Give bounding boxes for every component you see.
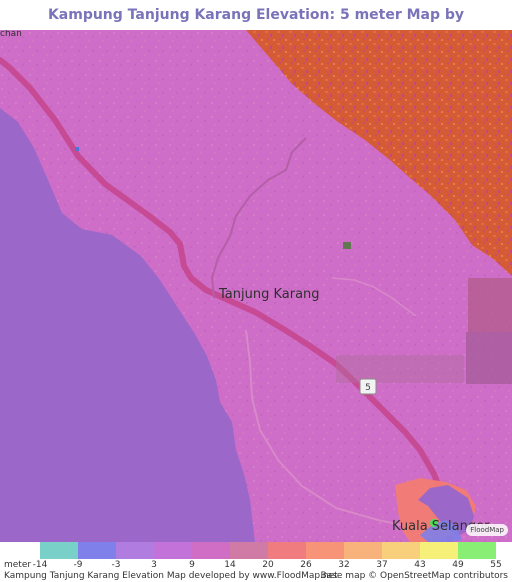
elevation-map[interactable]: 5 chan Tanjung Karang Kuala Selangor Flo…	[0, 30, 512, 542]
floodmap-brand-badge: FloodMap	[466, 524, 508, 536]
legend-swatches	[40, 542, 496, 559]
legend-swatch-11	[420, 542, 458, 559]
plantation-strip	[336, 355, 464, 383]
legend-swatch-5	[192, 542, 230, 559]
map-canvas: 5	[0, 30, 512, 542]
legend-swatch-9	[344, 542, 382, 559]
elevation-legend: meter -14 -9 -3 3 9 14 20 26 32 37 43 49…	[0, 542, 512, 582]
legend-swatch-4	[154, 542, 192, 559]
footer-credit-left: Kampung Tanjung Karang Elevation Map dev…	[4, 571, 338, 581]
legend-swatch-6	[230, 542, 268, 559]
plantation-block-north	[468, 278, 512, 332]
legend-swatch-3	[116, 542, 154, 559]
legend-swatch-7	[268, 542, 306, 559]
small-marker-square	[343, 242, 351, 249]
blue-dot-marker	[75, 147, 79, 151]
legend-swatch-2	[78, 542, 116, 559]
footer-credit-right: Base map © OpenStreetMap contributors	[320, 571, 508, 581]
legend-swatch-10	[382, 542, 420, 559]
legend-swatch-1	[40, 542, 78, 559]
map-title: Kampung Tanjung Karang Elevation: 5 mete…	[47, 7, 465, 53]
legend-swatch-12	[458, 542, 496, 559]
road-marker-label: 5	[365, 383, 371, 393]
map-label-tanjung-karang: Tanjung Karang	[219, 287, 320, 302]
plantation-block-south	[466, 332, 512, 384]
legend-swatch-8	[306, 542, 344, 559]
map-label-partial-top-left: chan	[0, 30, 22, 39]
road-marker: 5	[359, 378, 377, 395]
